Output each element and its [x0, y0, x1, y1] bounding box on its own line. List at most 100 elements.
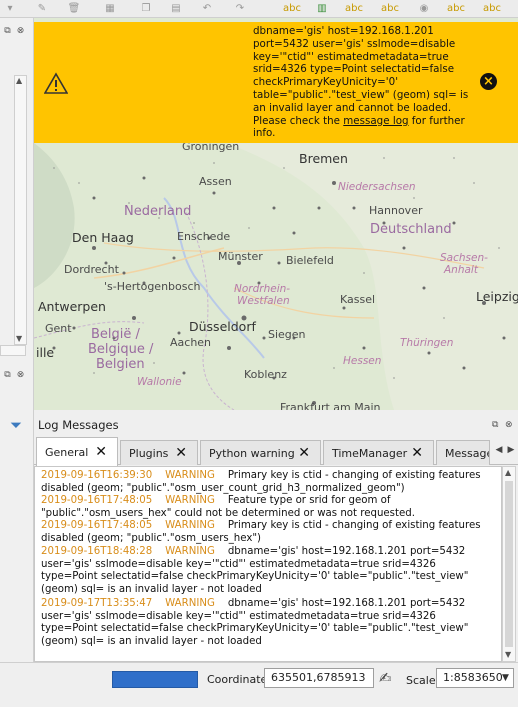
- tab-message[interactable]: Message: [436, 440, 490, 465]
- scroll-down-icon[interactable]: ▼: [505, 650, 511, 659]
- map-label-anhalt: Anhalt: [444, 264, 478, 276]
- log-level: WARNING: [165, 495, 215, 506]
- panel-title: Log Messages: [38, 418, 119, 432]
- warning-text: dbname='gis' host=192.168.1.201 port=543…: [253, 25, 472, 127]
- close-icon[interactable]: ⊗: [505, 420, 513, 430]
- map-label-assen: Assen: [199, 175, 232, 188]
- map-label-dusseldorf: Düsseldorf: [189, 319, 256, 334]
- paste-icon[interactable]: ▤: [166, 0, 186, 16]
- float-icon[interactable]: ⧉: [492, 420, 498, 430]
- log-scrollbar[interactable]: ▲ ▼: [502, 466, 516, 662]
- map-label-deutschland: Deutschland: [370, 222, 452, 237]
- tab-scroll-right-icon[interactable]: ▶: [505, 445, 517, 455]
- tab-label: Message: [445, 446, 490, 460]
- map-label-sachsen: Sachsen-: [440, 252, 488, 264]
- map-label-bremen: Bremen: [299, 151, 348, 166]
- progress-bar: [112, 671, 198, 688]
- map-label-kassel: Kassel: [340, 293, 376, 306]
- map-label-aachen: Aachen: [170, 336, 212, 349]
- scroll-up-icon[interactable]: ▲: [16, 76, 22, 85]
- scroll-up-icon[interactable]: ▲: [505, 468, 511, 477]
- warning-message: dbname='gis' host=192.168.1.201 port=543…: [253, 25, 478, 140]
- delete-icon[interactable]: 🗑: [64, 0, 84, 16]
- log-entry: 2019-09-16T17:48:05 WARNING Feature type…: [41, 495, 491, 520]
- tab-plugins[interactable]: Plugins ✕: [120, 440, 198, 465]
- map-label-leipzig: Leipzig: [476, 289, 518, 304]
- chevron-down-icon[interactable]: ▼: [502, 673, 509, 683]
- close-icon[interactable]: ⊗: [15, 370, 26, 381]
- label-abc-icon[interactable]: abc: [282, 0, 302, 16]
- log-level: WARNING: [165, 598, 215, 609]
- close-tab-icon[interactable]: ✕: [411, 445, 423, 461]
- show-icon[interactable]: ◉: [414, 0, 434, 16]
- left-dock: ⧉ ⊗ ▲ ▼ ⧉ ⊗: [0, 18, 34, 662]
- log-tabs: General ✕ Plugins ✕ Python warning ✕ TimeMa…: [34, 436, 518, 466]
- close-tab-icon[interactable]: ✕: [298, 445, 310, 461]
- map-label-belgie: België /: [91, 327, 140, 342]
- tab-scroll-left-icon[interactable]: ◀: [493, 445, 505, 455]
- log-entry: 2019-09-16T17:48:05 WARNING Primary key …: [41, 520, 491, 545]
- map-label-antwerpen: Antwerpen: [38, 299, 106, 314]
- map-label-wallonie: Wallonie: [137, 376, 182, 388]
- copy-icon[interactable]: ❐: [136, 0, 156, 16]
- map-label-niedersachsen: Niedersachsen: [338, 181, 416, 193]
- toolbar: ▾ ✎ 🗑 ▦ ❐ ▤ ↶ ↷ abc ▥ abc abc ◉ abc abc: [0, 0, 518, 18]
- filter-icon[interactable]: ⏷: [10, 416, 22, 434]
- map-label-bielefeld: Bielefeld: [286, 254, 334, 267]
- map-label-munster: Münster: [218, 250, 263, 263]
- log-entry: 2019-09-16T18:48:28 WARNING dbname='gis'…: [41, 546, 491, 597]
- log-text-area[interactable]: 2019-09-16T16:39:30 WARNING Primary key …: [34, 466, 502, 662]
- map-label-hertogenbosch: 's-Hertogenbosch: [104, 280, 201, 293]
- close-tab-icon[interactable]: ✕: [175, 445, 187, 461]
- table-icon[interactable]: ▦: [100, 0, 120, 16]
- label-abc-icon[interactable]: ▥: [312, 0, 332, 16]
- map-label-nederland: Nederland: [124, 204, 192, 219]
- tab-label: TimeManager: [332, 446, 408, 460]
- tab-label: Python warning: [209, 446, 295, 460]
- tab-label: Plugins: [129, 446, 169, 460]
- close-icon[interactable]: ×: [480, 73, 497, 90]
- warning-bar: dbname='gis' host=192.168.1.201 port=543…: [34, 22, 518, 143]
- log-level: WARNING: [165, 470, 215, 481]
- map-label-siegen: Siegen: [268, 328, 306, 341]
- log-level: WARNING: [165, 546, 215, 557]
- map-label-enschede: Enschede: [177, 230, 231, 243]
- coordinate-label: Coordinate: [207, 673, 268, 686]
- label-abc-icon[interactable]: abc: [344, 0, 364, 16]
- layers-hscrollbar[interactable]: [0, 345, 26, 356]
- label-abc-icon[interactable]: abc: [446, 0, 466, 16]
- map-label-westfalen: Westfalen: [237, 295, 290, 307]
- dropdown-icon[interactable]: ▾: [0, 0, 20, 16]
- label-abc-icon[interactable]: abc: [482, 0, 502, 16]
- edit-icon[interactable]: ✎: [32, 0, 52, 16]
- redo-icon[interactable]: ↷: [230, 0, 250, 16]
- warning-icon: [44, 72, 68, 94]
- scale-label: Scale: [406, 674, 436, 687]
- layers-scrollbar[interactable]: [14, 75, 27, 345]
- message-log-link[interactable]: message log: [343, 115, 408, 127]
- map-label-lille: ille: [36, 345, 55, 360]
- mouse-pointer-icon[interactable]: ✍: [379, 669, 392, 687]
- tab-python-warning[interactable]: Python warning ✕: [200, 440, 321, 465]
- float-icon[interactable]: ⧉: [2, 370, 13, 381]
- log-timestamp: 2019-09-16T18:48:28: [41, 546, 153, 557]
- scroll-down-icon[interactable]: ▼: [16, 334, 22, 343]
- log-timestamp: 2019-09-16T17:48:05: [41, 520, 153, 531]
- log-timestamp: 2019-09-16T17:48:05: [41, 495, 153, 506]
- tab-general[interactable]: General ✕: [36, 437, 118, 466]
- map-label-hannover: Hannover: [369, 204, 423, 217]
- map-label-thuringen: Thüringen: [400, 337, 454, 349]
- float-icon[interactable]: ⧉: [2, 26, 13, 37]
- scrollbar-thumb[interactable]: [505, 481, 513, 647]
- close-icon[interactable]: ⊗: [15, 26, 26, 37]
- label-abc-icon[interactable]: abc: [380, 0, 400, 16]
- log-timestamp: 2019-09-17T13:35:47: [41, 598, 153, 609]
- log-entry: 2019-09-16T16:39:30 WARNING Primary key …: [41, 470, 491, 495]
- undo-icon[interactable]: ↶: [197, 0, 217, 16]
- map-label-dordrecht: Dordrecht: [64, 263, 119, 276]
- close-tab-icon[interactable]: ✕: [95, 444, 107, 460]
- map-label-koblenz: Koblenz: [244, 368, 287, 381]
- tab-timemanager[interactable]: TimeManager ✕: [323, 440, 434, 465]
- coordinate-field[interactable]: 635501,6785913: [264, 668, 374, 688]
- log-messages-panel: Log Messages ⧉ ⊗ General ✕ Plugins ✕ Pytho…: [34, 415, 518, 662]
